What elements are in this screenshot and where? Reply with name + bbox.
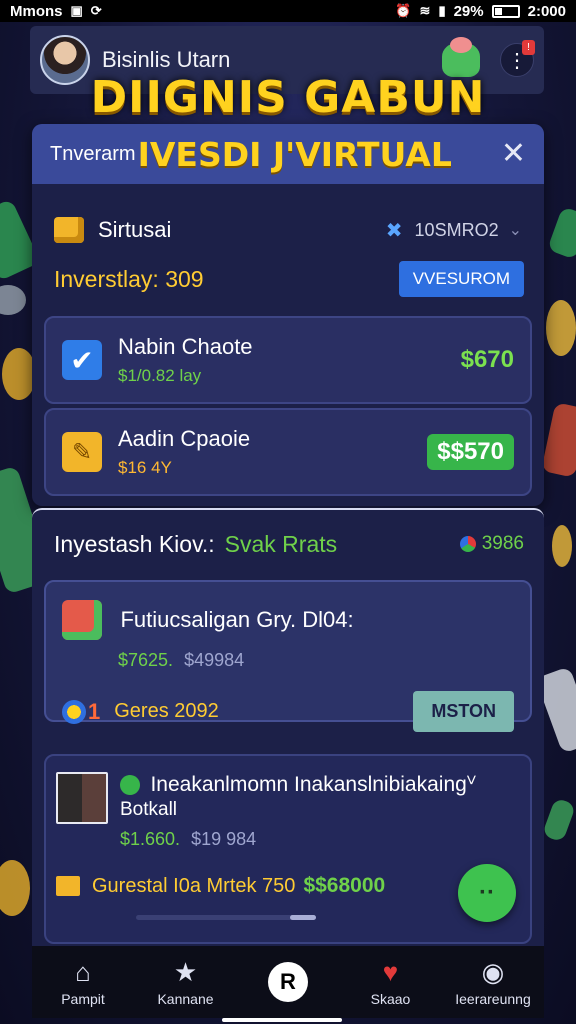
chat-fab-button[interactable]: ·· xyxy=(458,864,516,922)
panel-title: Inyestash Kiov.: xyxy=(54,530,215,557)
nav-label: Skaao xyxy=(370,991,411,1007)
nav-item-favorites[interactable]: ★ Kannane xyxy=(141,957,231,1007)
category-code: 10SMRO2 xyxy=(414,219,499,240)
nav-item-home[interactable]: ⌂ Pampit xyxy=(38,957,128,1007)
image-icon: ▣ xyxy=(70,3,83,18)
category-row[interactable]: Sirtusai ✖ 10SMRO2 ⌄ xyxy=(32,184,544,254)
list-card-name: Ineakanlmomn Inakanslnibiakaingⱽ xyxy=(150,773,476,796)
modal-title: IVESDI J'VIRTUAL xyxy=(137,134,452,174)
decor-coin xyxy=(0,285,26,315)
decor-card xyxy=(547,206,576,260)
nav-label: Ieerareunng xyxy=(455,991,531,1007)
modal-title-small: Tnverarm xyxy=(50,142,136,165)
investday-row: Inverstlay: 309 VVESUROM xyxy=(32,254,544,304)
nav-label: Kannane xyxy=(157,991,214,1007)
panel-title-value: 3986 xyxy=(481,533,524,554)
username: Bisinlis Utarn xyxy=(102,47,231,72)
page-headline: DIIGNIS GABUN xyxy=(90,72,486,123)
chevron-down-icon[interactable]: ⌄ xyxy=(509,220,522,240)
item-title: Aadin Cpaoie xyxy=(118,426,251,451)
battery-icon xyxy=(491,4,520,18)
item-subtitle: $16 4Y xyxy=(118,458,172,477)
home-icon: ⌂ xyxy=(75,957,91,987)
investment-modal: Tnverarm IVESDI J'VIRTUAL ✕ Sirtusai ✖ 1… xyxy=(32,124,544,506)
nav-item-saved[interactable]: ♥ Skaao xyxy=(346,957,436,1007)
decor-card xyxy=(541,797,576,843)
modal-header: Tnverarm IVESDI J'VIRTUAL ✕ xyxy=(32,124,544,184)
list-card-amount: $1.660. xyxy=(120,829,181,849)
wifi-icon: ≋ xyxy=(419,3,431,18)
item-price-badge[interactable]: $$570 xyxy=(427,434,514,470)
coin-icon xyxy=(459,536,476,552)
pin-icon: ✖ xyxy=(385,219,403,242)
feature-title: Futiucsaligan Gry. Dl04: xyxy=(120,607,354,632)
checkmark-icon: ✔ xyxy=(62,340,102,380)
investday-label: Inverstlay: 309 xyxy=(54,265,204,292)
list-card[interactable]: Ineakanlmomn Inakanslnibiakaingⱽ Botkall… xyxy=(44,754,532,944)
feature-amount: $7625. xyxy=(118,650,174,670)
box-icon xyxy=(56,876,80,896)
decor-card xyxy=(541,402,576,478)
clock: 2:000 xyxy=(527,2,566,20)
carrier-label: Mmons xyxy=(10,2,63,20)
decor-coin xyxy=(552,525,572,567)
gold-box-icon: ✎ xyxy=(62,432,102,472)
feature-card[interactable]: Futiucsaligan Gry. Dl04: $7625. $49984 1… xyxy=(44,580,532,732)
dice-icon xyxy=(62,600,102,640)
user-photo xyxy=(56,772,108,824)
profile-icon: ◉ xyxy=(481,957,505,987)
decor-coin xyxy=(0,860,30,916)
status-bar: Mmons ▣ ⟳ ⏰ ≋ ▮ 29% 2:000 xyxy=(0,0,576,22)
nav-label: Pampit xyxy=(61,991,105,1007)
list-card-amount-secondary: $19 984 xyxy=(191,829,257,849)
cube-icon xyxy=(54,217,84,243)
list-card-footer-value: $$68000 xyxy=(303,874,386,897)
feature-rank: 1 xyxy=(88,698,101,724)
category-label: Sirtusai xyxy=(98,217,172,242)
nav-item-center[interactable]: R xyxy=(243,962,333,1002)
orb-icon xyxy=(62,699,86,724)
center-action-icon: R xyxy=(268,962,308,1002)
decor-coin xyxy=(546,300,576,356)
heart-icon: ♥ xyxy=(382,957,399,987)
panel-title-row: Inyestash Kiov.: Svak Rrats 3986 xyxy=(32,512,544,576)
list-card-footer-label: Gurestal I0a Mrtek 750 xyxy=(92,874,296,897)
check-circle-icon xyxy=(120,774,140,795)
sync-icon: ⟳ xyxy=(90,3,102,18)
nav-item-profile[interactable]: ◉ Ieerareunng xyxy=(448,957,538,1007)
investment-item[interactable]: ✔ Nabin Chaote $1/0.82 lay $670 xyxy=(44,316,532,404)
investments-panel: Inyestash Kiov.: Svak Rrats 3986 Futiucs… xyxy=(32,508,544,948)
alarm-icon: ⏰ xyxy=(395,3,412,18)
panel-title-highlight: Svak Rrats xyxy=(224,530,338,557)
decor-coin xyxy=(2,348,36,400)
investment-item[interactable]: ✎ Aadin Cpaoie $16 4Y $$570 xyxy=(44,408,532,496)
battery-percent: 29% xyxy=(453,2,484,20)
notification-badge: ! xyxy=(522,40,535,55)
invest-action-button[interactable]: VVESUROM xyxy=(398,261,524,297)
star-icon: ★ xyxy=(173,957,198,987)
list-card-name-line2: Botkall xyxy=(120,799,178,820)
item-subtitle: $1/0.82 lay xyxy=(118,366,202,385)
bottom-nav: ⌂ Pampit ★ Kannane R ♥ Skaao ◉ Ieerareun… xyxy=(32,946,544,1018)
horizontal-scrollbar[interactable] xyxy=(136,915,316,920)
close-icon[interactable]: ✕ xyxy=(501,136,526,171)
signal-icon: ▮ xyxy=(438,3,446,18)
item-title: Nabin Chaote xyxy=(118,334,253,359)
feature-label: Geres 2092 xyxy=(114,700,219,722)
item-price: $670 xyxy=(460,346,514,373)
feature-button[interactable]: MSTON xyxy=(413,691,514,732)
home-indicator[interactable] xyxy=(222,1018,342,1022)
feature-amount-secondary: $49984 xyxy=(184,650,245,670)
